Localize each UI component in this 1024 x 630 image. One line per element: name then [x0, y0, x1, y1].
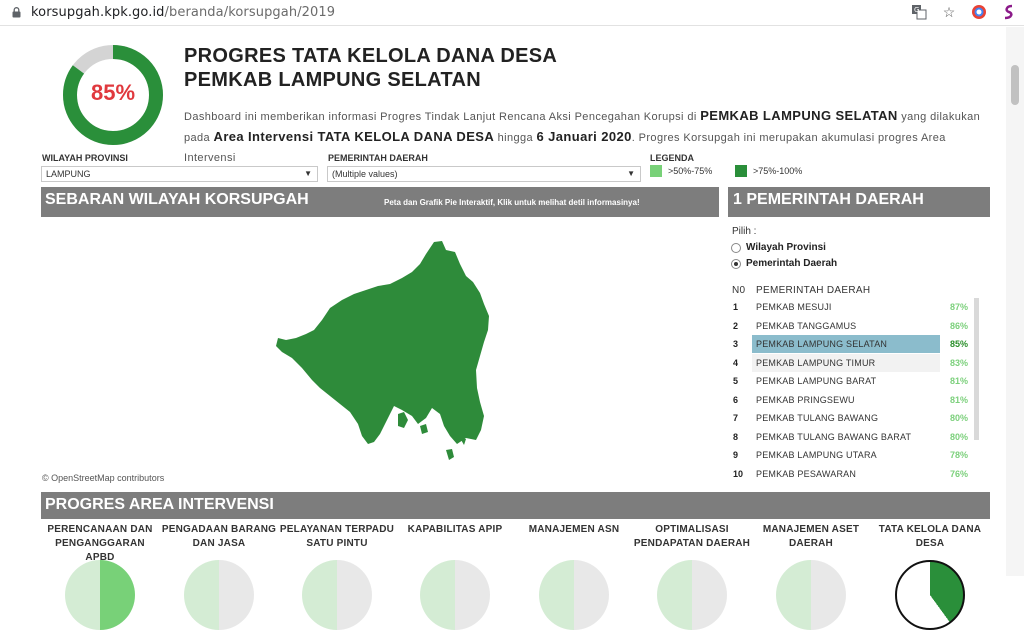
- category-asn[interactable]: MANAJEMEN ASN: [515, 523, 633, 537]
- pie-aset[interactable]: [776, 560, 846, 630]
- dashboard-description: Dashboard ini memberikan informasi Progr…: [184, 108, 981, 164]
- col-header-no: N0: [732, 285, 746, 296]
- dropdown-arrow-icon: ▼: [627, 169, 635, 178]
- category-perencanaan[interactable]: PERENCANAAN DAN PENGANGGARAN APBD: [41, 523, 159, 565]
- extension-icon[interactable]: [970, 3, 988, 21]
- wilayah-filter-label: WILAYAH PROVINSI: [42, 153, 128, 163]
- lampung-map[interactable]: [270, 238, 500, 468]
- map-hint: Peta dan Grafik Pie Interaktif, Klik unt…: [384, 198, 640, 207]
- pie-ptsp[interactable]: [302, 560, 372, 630]
- page-title: PROGRES TATA KELOLA DANA DESA: [184, 45, 558, 67]
- translate-icon[interactable]: G: [910, 3, 928, 21]
- category-pendapatan[interactable]: OPTIMALISASI PENDAPATAN DAERAH: [633, 523, 751, 551]
- category-dana-desa[interactable]: TATA KELOLA DANA DESA: [870, 523, 990, 551]
- table-row-selected[interactable]: 3 PEMKAB LAMPUNG SELATAN 85%: [728, 335, 974, 353]
- pie-perencanaan[interactable]: [65, 560, 135, 630]
- table-row[interactable]: 1 PEMKAB MESUJI 87%: [728, 298, 974, 316]
- col-header-name: PEMERINTAH DAERAH: [756, 285, 871, 296]
- wilayah-select[interactable]: LAMPUNG ▼: [41, 166, 318, 182]
- pie-pengadaan[interactable]: [184, 560, 254, 630]
- category-ptsp[interactable]: PELAYANAN TERPADU SATU PINTU: [278, 523, 396, 551]
- pemda-filter-label: PEMERINTAH DAERAH: [328, 153, 428, 163]
- legend-high: >75%-100%: [735, 165, 802, 177]
- table-row[interactable]: 6 PEMKAB PRINGSEWU 81%: [728, 391, 974, 409]
- category-apip[interactable]: KAPABILITAS APIP: [396, 523, 514, 537]
- radio-wilayah-provinsi[interactable]: Wilayah Provinsi: [731, 242, 826, 253]
- pemda-panel-title: 1 PEMERINTAH DAERAH: [733, 191, 924, 208]
- progress-percent: 85%: [90, 80, 136, 105]
- area-section-title: PROGRES AREA INTERVENSI: [45, 496, 274, 513]
- lock-icon: [12, 7, 21, 18]
- category-aset[interactable]: MANAJEMEN ASET DAERAH: [752, 523, 870, 551]
- legend-label: LEGENDA: [650, 153, 695, 163]
- page-subtitle: PEMKAB LAMPUNG SELATAN: [184, 69, 481, 91]
- table-row[interactable]: 10 PEMKAB PESAWARAN 76%: [728, 465, 974, 483]
- radio-button[interactable]: [731, 242, 741, 253]
- map-attribution: © OpenStreetMap contributors: [42, 473, 165, 483]
- map-section-title: SEBARAN WILAYAH KORSUPGAH: [45, 191, 309, 208]
- dropdown-arrow-icon: ▼: [304, 169, 312, 178]
- category-pengadaan[interactable]: PENGADAAN BARANG DAN JASA: [160, 523, 278, 551]
- table-row[interactable]: 9 PEMKAB LAMPUNG UTARA 78%: [728, 446, 974, 464]
- pie-asn[interactable]: [539, 560, 609, 630]
- bookmark-star-icon[interactable]: ☆: [940, 3, 958, 21]
- legend-low: >50%-75%: [650, 165, 712, 177]
- browser-address-bar: korsupgah.kpk.go.id/beranda/korsupgah/20…: [0, 0, 1024, 26]
- legend-high-swatch: [735, 165, 747, 177]
- pemda-select[interactable]: (Multiple values) ▼: [327, 166, 641, 182]
- pilih-label: Pilih :: [732, 226, 757, 237]
- url-field[interactable]: korsupgah.kpk.go.id/beranda/korsupgah/20…: [31, 5, 335, 20]
- pie-apip[interactable]: [420, 560, 490, 630]
- table-row[interactable]: 8 PEMKAB TULANG BAWANG BARAT 80%: [728, 428, 974, 446]
- map-section-header: SEBARAN WILAYAH KORSUPGAH Peta dan Grafi…: [41, 187, 719, 217]
- table-row[interactable]: 7 PEMKAB TULANG BAWANG 80%: [728, 409, 974, 427]
- table-scrollbar[interactable]: [974, 298, 979, 440]
- pemda-panel-header: 1 PEMERINTAH DAERAH: [728, 187, 990, 217]
- area-section-header: PROGRES AREA INTERVENSI: [41, 492, 990, 519]
- page-scrollbar[interactable]: [1006, 27, 1024, 576]
- legend-low-swatch: [650, 165, 662, 177]
- radio-pemerintah-daerah[interactable]: Pemerintah Daerah: [731, 258, 837, 269]
- pie-pendapatan[interactable]: [657, 560, 727, 630]
- radio-button-selected[interactable]: [731, 258, 741, 269]
- profile-icon[interactable]: [1000, 3, 1018, 21]
- svg-text:G: G: [914, 6, 919, 14]
- table-row[interactable]: 2 PEMKAB TANGGAMUS 86%: [728, 317, 974, 335]
- pie-dana-desa[interactable]: [895, 560, 965, 630]
- table-row[interactable]: 5 PEMKAB LAMPUNG BARAT 81%: [728, 372, 974, 390]
- table-row[interactable]: 4 PEMKAB LAMPUNG TIMUR 83%: [728, 354, 974, 372]
